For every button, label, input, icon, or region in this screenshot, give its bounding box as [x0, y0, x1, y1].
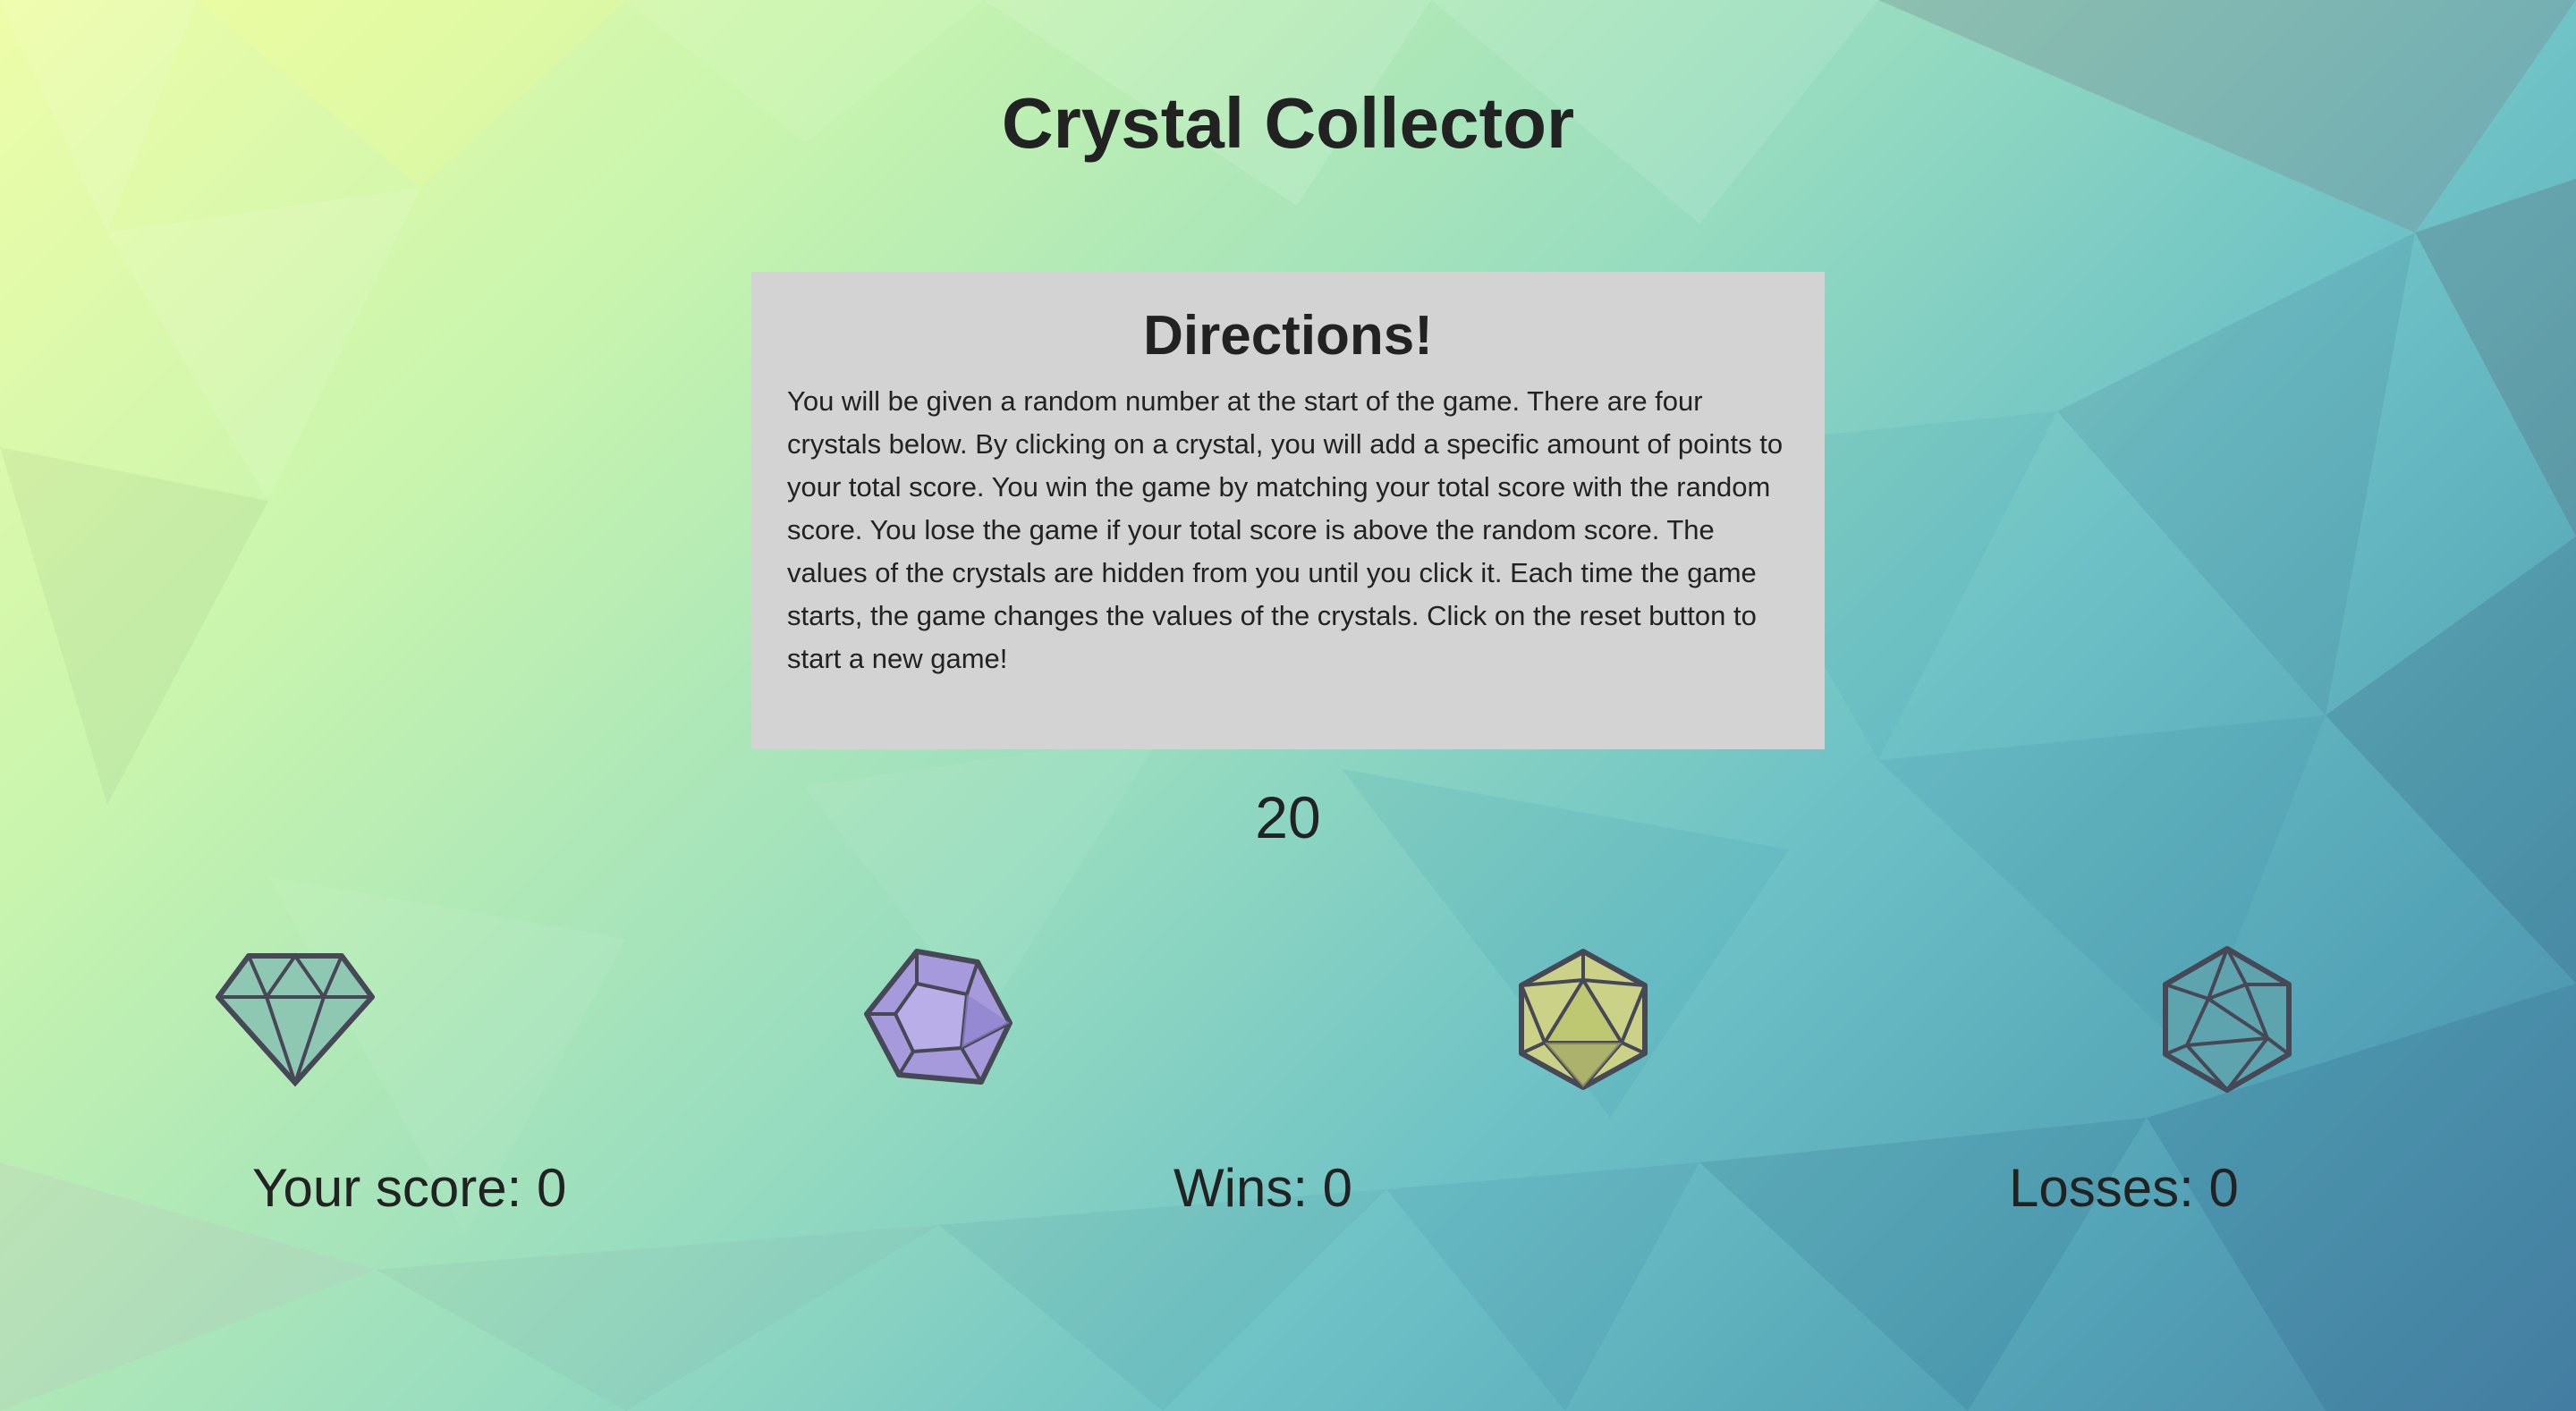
diamond-crystal-icon — [216, 952, 375, 1086]
crystal-button-purple[interactable] — [850, 939, 1029, 1100]
game-container: Crystal Collector Directions! You will b… — [0, 0, 2576, 1411]
your-score-label: Your score: 0 — [252, 1158, 567, 1218]
crystal-button-yellow[interactable] — [1494, 939, 1673, 1100]
wins-label: Wins: 0 — [1174, 1158, 1353, 1218]
purple-d12-crystal-icon — [864, 949, 1013, 1085]
crystal-button-diamond[interactable] — [206, 939, 385, 1100]
directions-heading: Directions! — [1143, 305, 1433, 367]
losses-label: Losses: 0 — [2009, 1158, 2239, 1218]
yellow-d20-crystal-icon — [1519, 949, 1648, 1091]
crystal-button-teal[interactable] — [2138, 939, 2317, 1100]
page-title: Crystal Collector — [1001, 83, 1575, 163]
target-number: 20 — [1255, 784, 1321, 850]
teal-d20-crystal-icon — [2163, 946, 2292, 1094]
directions-panel: Directions! You will be given a random n… — [751, 272, 1825, 749]
directions-text: You will be given a random number at the… — [787, 385, 1784, 674]
